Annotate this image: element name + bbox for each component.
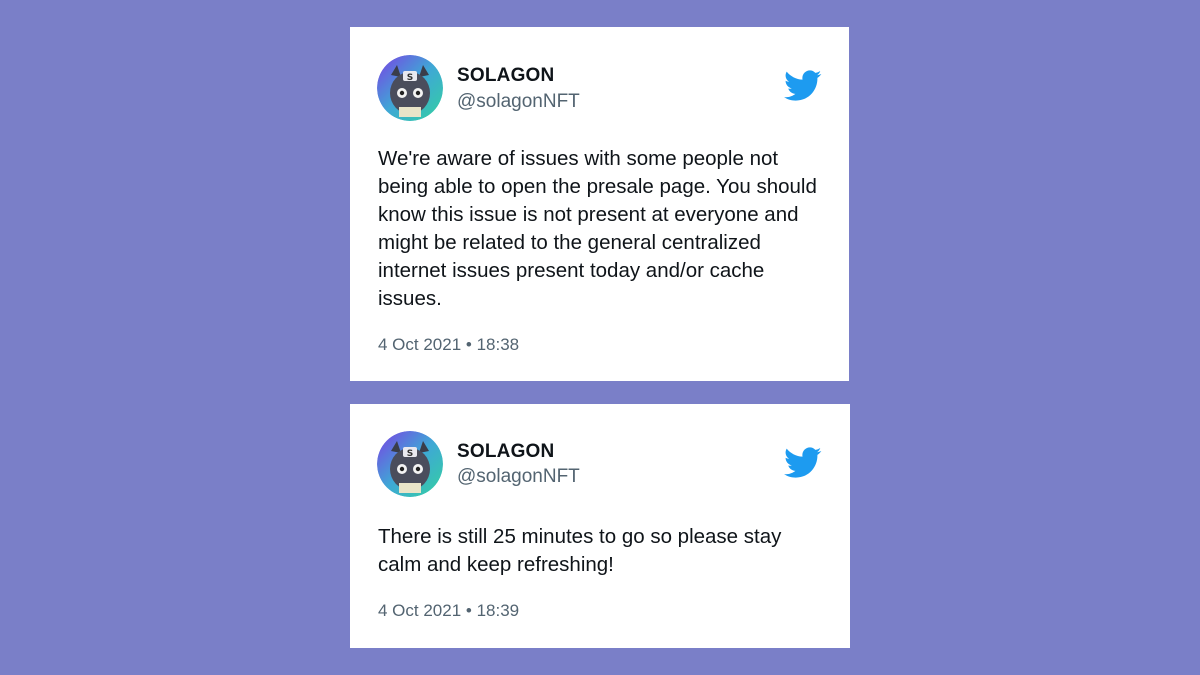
twitter-bird-icon	[784, 70, 822, 102]
svg-text:S: S	[407, 449, 413, 459]
tweet-timestamp[interactable]: 4 Oct 2021 • 18:38	[378, 335, 519, 355]
dragon-avatar-icon[interactable]: S	[377, 55, 443, 121]
tweet-card[interactable]: S SOLAGON @solagonNFT We're aware of iss…	[350, 27, 849, 381]
author-handle[interactable]: @solagonNFT	[457, 91, 580, 113]
svg-text:S: S	[407, 73, 413, 83]
author-display-name[interactable]: SOLAGON	[457, 441, 554, 463]
tweet-text: There is still 25 minutes to go so pleas…	[378, 525, 782, 576]
author-handle[interactable]: @solagonNFT	[457, 466, 580, 488]
dragon-avatar-icon[interactable]: S	[377, 431, 443, 497]
tweet-text: We're aware of issues with some people n…	[378, 147, 817, 310]
tweet-card[interactable]: S SOLAGON @solagonNFT There is still 25 …	[350, 404, 850, 648]
twitter-bird-icon	[784, 447, 822, 479]
tweet-timestamp[interactable]: 4 Oct 2021 • 18:39	[378, 601, 519, 621]
author-display-name[interactable]: SOLAGON	[457, 65, 554, 87]
